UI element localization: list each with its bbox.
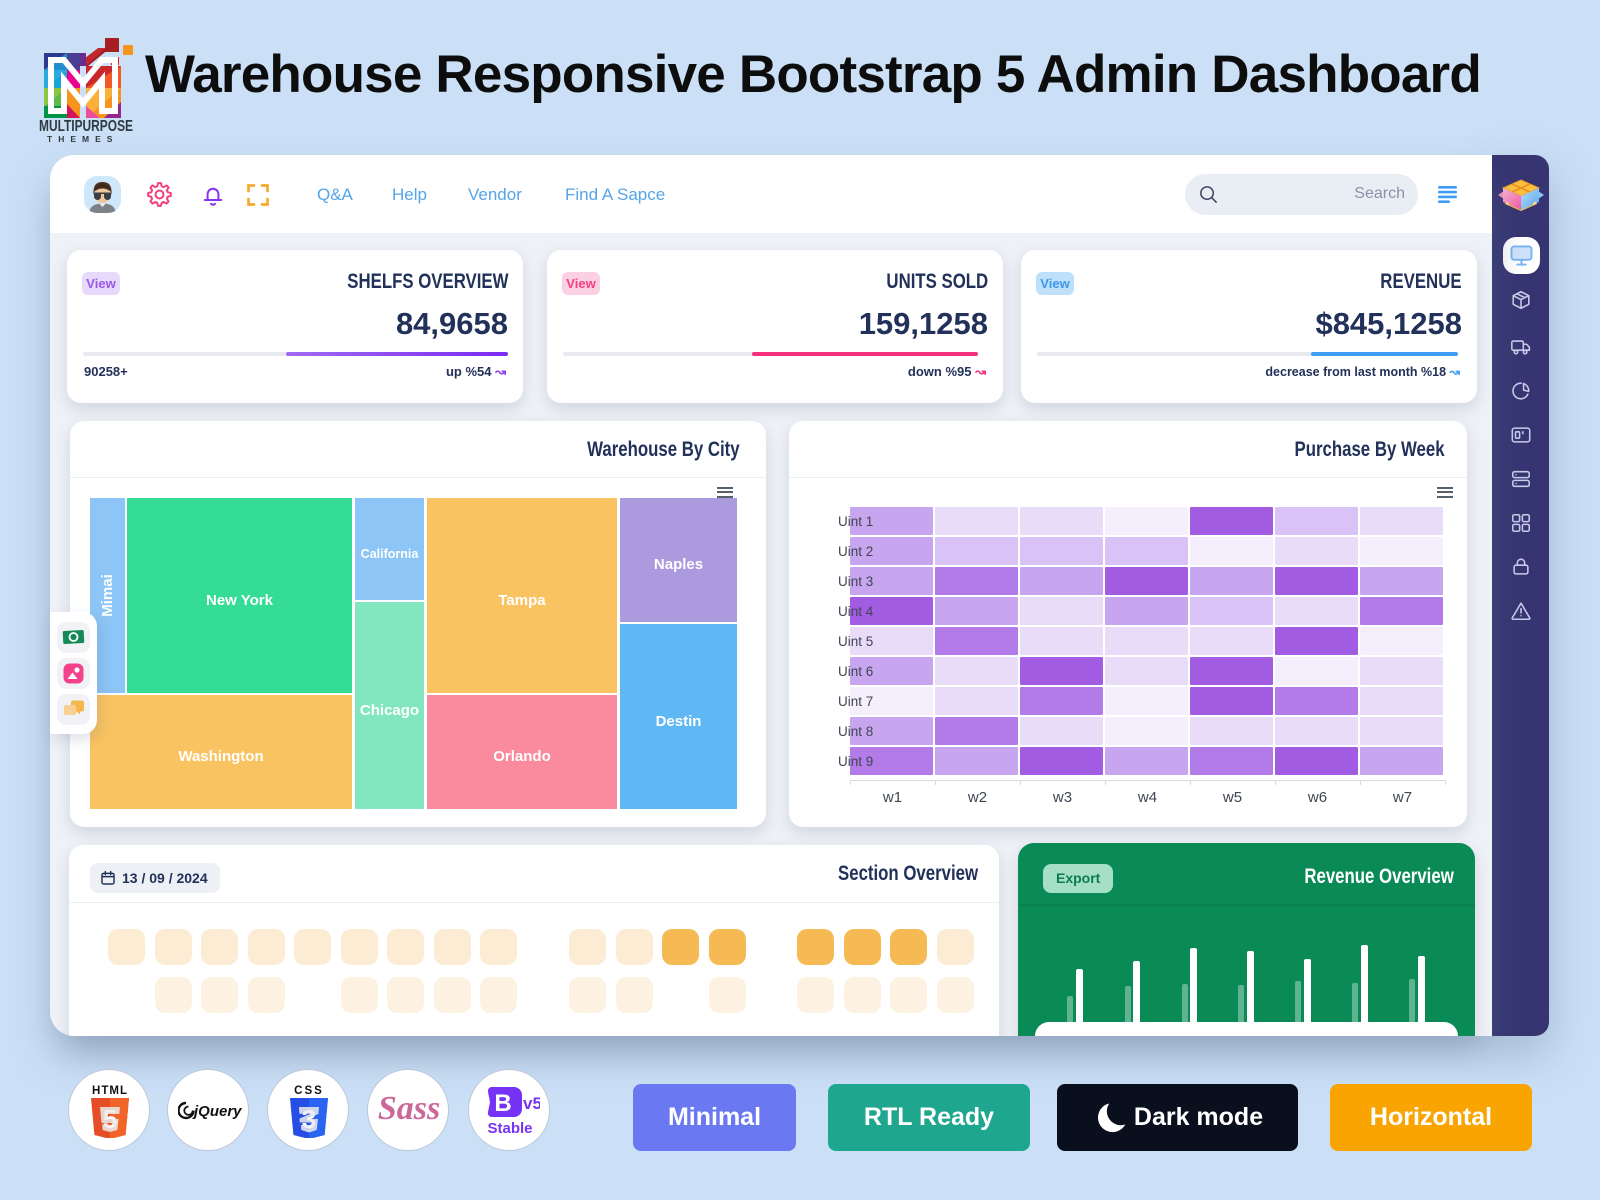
svg-text:jQuery: jQuery	[192, 1103, 242, 1120]
svg-text:v5: v5	[523, 1094, 540, 1113]
svg-text:THEMES: THEMES	[47, 134, 118, 142]
svg-text:MULTIPURPOSE: MULTIPURPOSE	[39, 118, 133, 135]
svg-text:Stable: Stable	[487, 1120, 532, 1137]
svg-text:B: B	[494, 1090, 511, 1117]
svg-text:Sass: Sass	[378, 1092, 440, 1127]
svg-text:HTML: HTML	[92, 1085, 128, 1097]
svg-text:CSS: CSS	[294, 1085, 324, 1097]
